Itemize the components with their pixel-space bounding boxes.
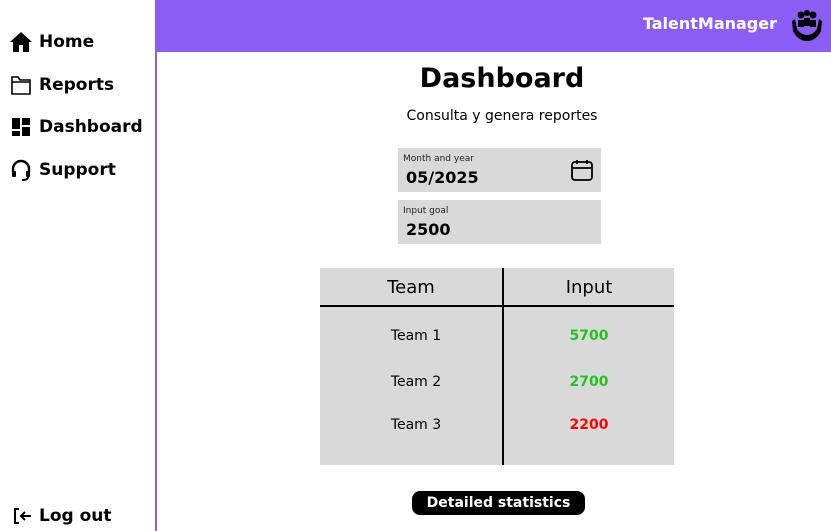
table-row-team: Team 1 xyxy=(390,328,442,344)
home-icon xyxy=(9,30,33,54)
logout-label: Log out xyxy=(39,506,112,526)
hands-people-icon xyxy=(789,7,825,43)
teams-table: Team Input Team 1 5700 Team 2 2700 Team … xyxy=(320,268,674,465)
table-row-input: 2200 xyxy=(569,417,609,433)
folder-icon xyxy=(9,73,33,97)
logout-button[interactable]: Log out xyxy=(13,504,112,528)
sidebar: Home Reports Dashboard Support Log out xyxy=(0,0,157,531)
sidebar-item-support[interactable]: Support xyxy=(9,158,116,182)
table-divider-horizontal xyxy=(320,305,674,307)
top-header: TalentManager xyxy=(157,0,831,52)
logout-icon xyxy=(13,504,33,528)
table-row-input: 5700 xyxy=(569,328,609,344)
page-title: Dashboard xyxy=(419,63,585,94)
month-year-field[interactable]: Month and year 05/2025 xyxy=(398,148,601,192)
page-subtitle: Consulta y genera reportes xyxy=(406,108,598,124)
calendar-icon[interactable] xyxy=(570,158,594,182)
brand-name: TalentManager xyxy=(642,14,777,33)
sidebar-item-label: Reports xyxy=(39,75,115,95)
sidebar-item-dashboard[interactable]: Dashboard xyxy=(9,115,143,139)
sidebar-item-label: Home xyxy=(39,32,95,52)
table-row-input: 2700 xyxy=(569,374,609,390)
column-header-team: Team xyxy=(387,277,435,298)
month-year-value: 05/2025 xyxy=(406,168,479,187)
headset-icon xyxy=(9,158,33,182)
dashboard-icon xyxy=(9,115,33,139)
sidebar-item-home[interactable]: Home xyxy=(9,30,94,54)
column-header-input: Input xyxy=(565,277,613,298)
sidebar-item-label: Dashboard xyxy=(39,117,143,137)
table-row-team: Team 2 xyxy=(390,374,442,390)
detailed-statistics-button[interactable]: Detailed statistics xyxy=(412,491,585,515)
month-year-label: Month and year xyxy=(403,154,474,164)
table-row-team: Team 3 xyxy=(390,417,442,433)
sidebar-item-label: Support xyxy=(39,160,116,180)
input-goal-label: Input goal xyxy=(403,206,449,216)
input-goal-field[interactable]: Input goal 2500 xyxy=(398,200,601,244)
sidebar-item-reports[interactable]: Reports xyxy=(9,73,114,97)
input-goal-value: 2500 xyxy=(406,220,451,239)
